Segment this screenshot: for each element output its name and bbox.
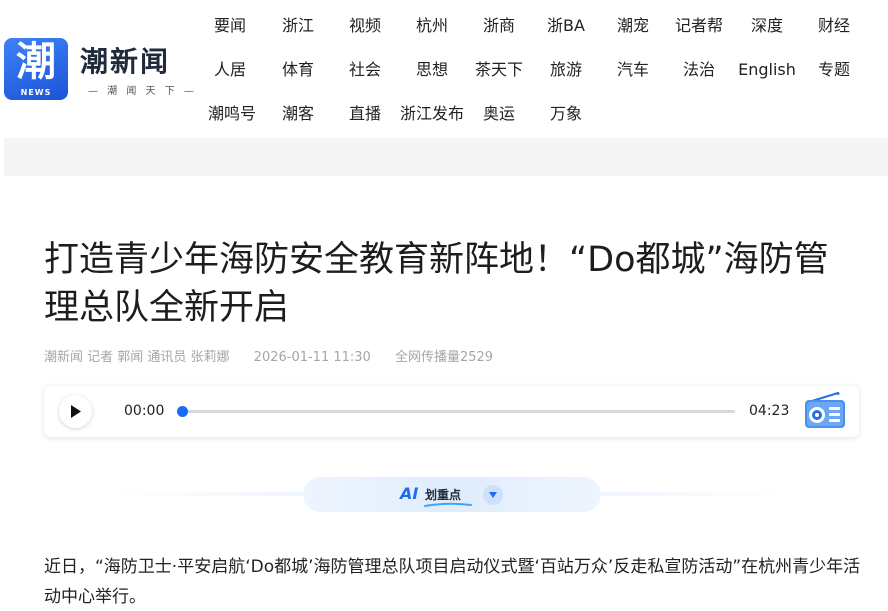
logo-badge: NEWS	[20, 88, 52, 97]
nav-item[interactable]: English	[734, 54, 800, 86]
nav-item[interactable]: 思想	[404, 54, 460, 86]
article-source: 潮新闻 记者 郭闻 通讯员 张莉娜	[44, 350, 230, 365]
nav-item[interactable]: 浙江	[270, 10, 326, 42]
article-title: 打造青少年海防安全教育新阵地！“Do都城”海防管理总队全新开启	[44, 240, 829, 328]
progress-track[interactable]	[177, 406, 735, 417]
nav-item[interactable]: 视频	[337, 10, 393, 42]
logo-mark: 潮 NEWS	[4, 38, 68, 100]
nav-item[interactable]: 记者帮	[669, 10, 729, 42]
current-time: 00:00	[124, 403, 165, 419]
article-datetime: 2026-01-11 11:30	[253, 350, 371, 365]
ai-summary-label: 划重点	[425, 488, 462, 502]
nav-item[interactable]: 潮鸣号	[202, 98, 262, 130]
total-time: 04:23	[749, 403, 790, 419]
nav-item[interactable]: 垒	[876, 54, 888, 86]
site-logo[interactable]: 潮 NEWS 潮新闻 — 潮 闻 天 下 —	[4, 38, 194, 102]
play-icon	[71, 405, 81, 418]
nav-item[interactable]: 体育	[270, 54, 326, 86]
radio-icon[interactable]	[804, 392, 846, 430]
article-reach: 全网传播量2529	[394, 350, 494, 365]
audio-player: 00:00 04:23	[44, 386, 859, 437]
ai-underline-decoration	[424, 502, 472, 507]
nav-item[interactable]: 汽车	[605, 54, 661, 86]
nav-item[interactable]: 杭州	[404, 10, 460, 42]
nav-item[interactable]: 潮客	[270, 98, 326, 130]
nav-item[interactable]: 浙江发布	[398, 98, 466, 130]
nav-item[interactable]: 茶天下	[468, 54, 530, 86]
nav-item[interactable]: 财经	[806, 10, 862, 42]
progress-knob[interactable]	[177, 406, 188, 417]
site-name: 潮新闻	[80, 45, 171, 78]
ai-summary-expand-button[interactable]	[483, 485, 503, 505]
nav-item[interactable]: 要	[876, 10, 888, 42]
nav-item[interactable]: 潮宠	[605, 10, 661, 42]
article-first-paragraph: 近日，“海防卫士·平安启航‘Do都城’海防管理总队项目启动仪式暨‘百站万众’反走…	[44, 557, 861, 607]
nav-item[interactable]: 要闻	[202, 10, 258, 42]
nav-item[interactable]: 人居	[202, 54, 258, 86]
nav-item[interactable]: 万象	[538, 98, 594, 130]
logo-glyph: 潮	[16, 39, 56, 85]
site-header: 潮 NEWS 潮新闻 — 潮 闻 天 下 — 要闻 浙江 视频 杭州 浙商 浙B…	[0, 0, 888, 138]
ai-logo: AI	[400, 484, 419, 503]
main-nav: 要闻 浙江 视频 杭州 浙商 浙BA 潮宠 记者帮 深度 财经 要 人居 体育 …	[196, 4, 888, 136]
nav-item[interactable]: 法治	[671, 54, 727, 86]
nav-item[interactable]: 浙商	[471, 10, 527, 42]
play-button[interactable]	[59, 395, 92, 428]
top-banner-placeholder	[4, 138, 888, 176]
nav-item[interactable]: 社会	[337, 54, 393, 86]
nav-item[interactable]: 浙BA	[537, 10, 595, 42]
nav-item[interactable]: 专题	[806, 54, 862, 86]
nav-item[interactable]: 深度	[739, 10, 795, 42]
nav-item[interactable]: 奥运	[471, 98, 527, 130]
article-meta: 潮新闻 记者 郭闻 通讯员 张莉娜 2026-01-11 11:30 全网传播量…	[44, 346, 493, 365]
chevron-down-icon	[489, 492, 497, 498]
site-slogan: — 潮 闻 天 下 —	[88, 86, 197, 97]
nav-item[interactable]: 旅游	[537, 54, 595, 86]
nav-item[interactable]: 直播	[337, 98, 393, 130]
ai-summary-toggle[interactable]: AI 划重点	[303, 477, 601, 512]
